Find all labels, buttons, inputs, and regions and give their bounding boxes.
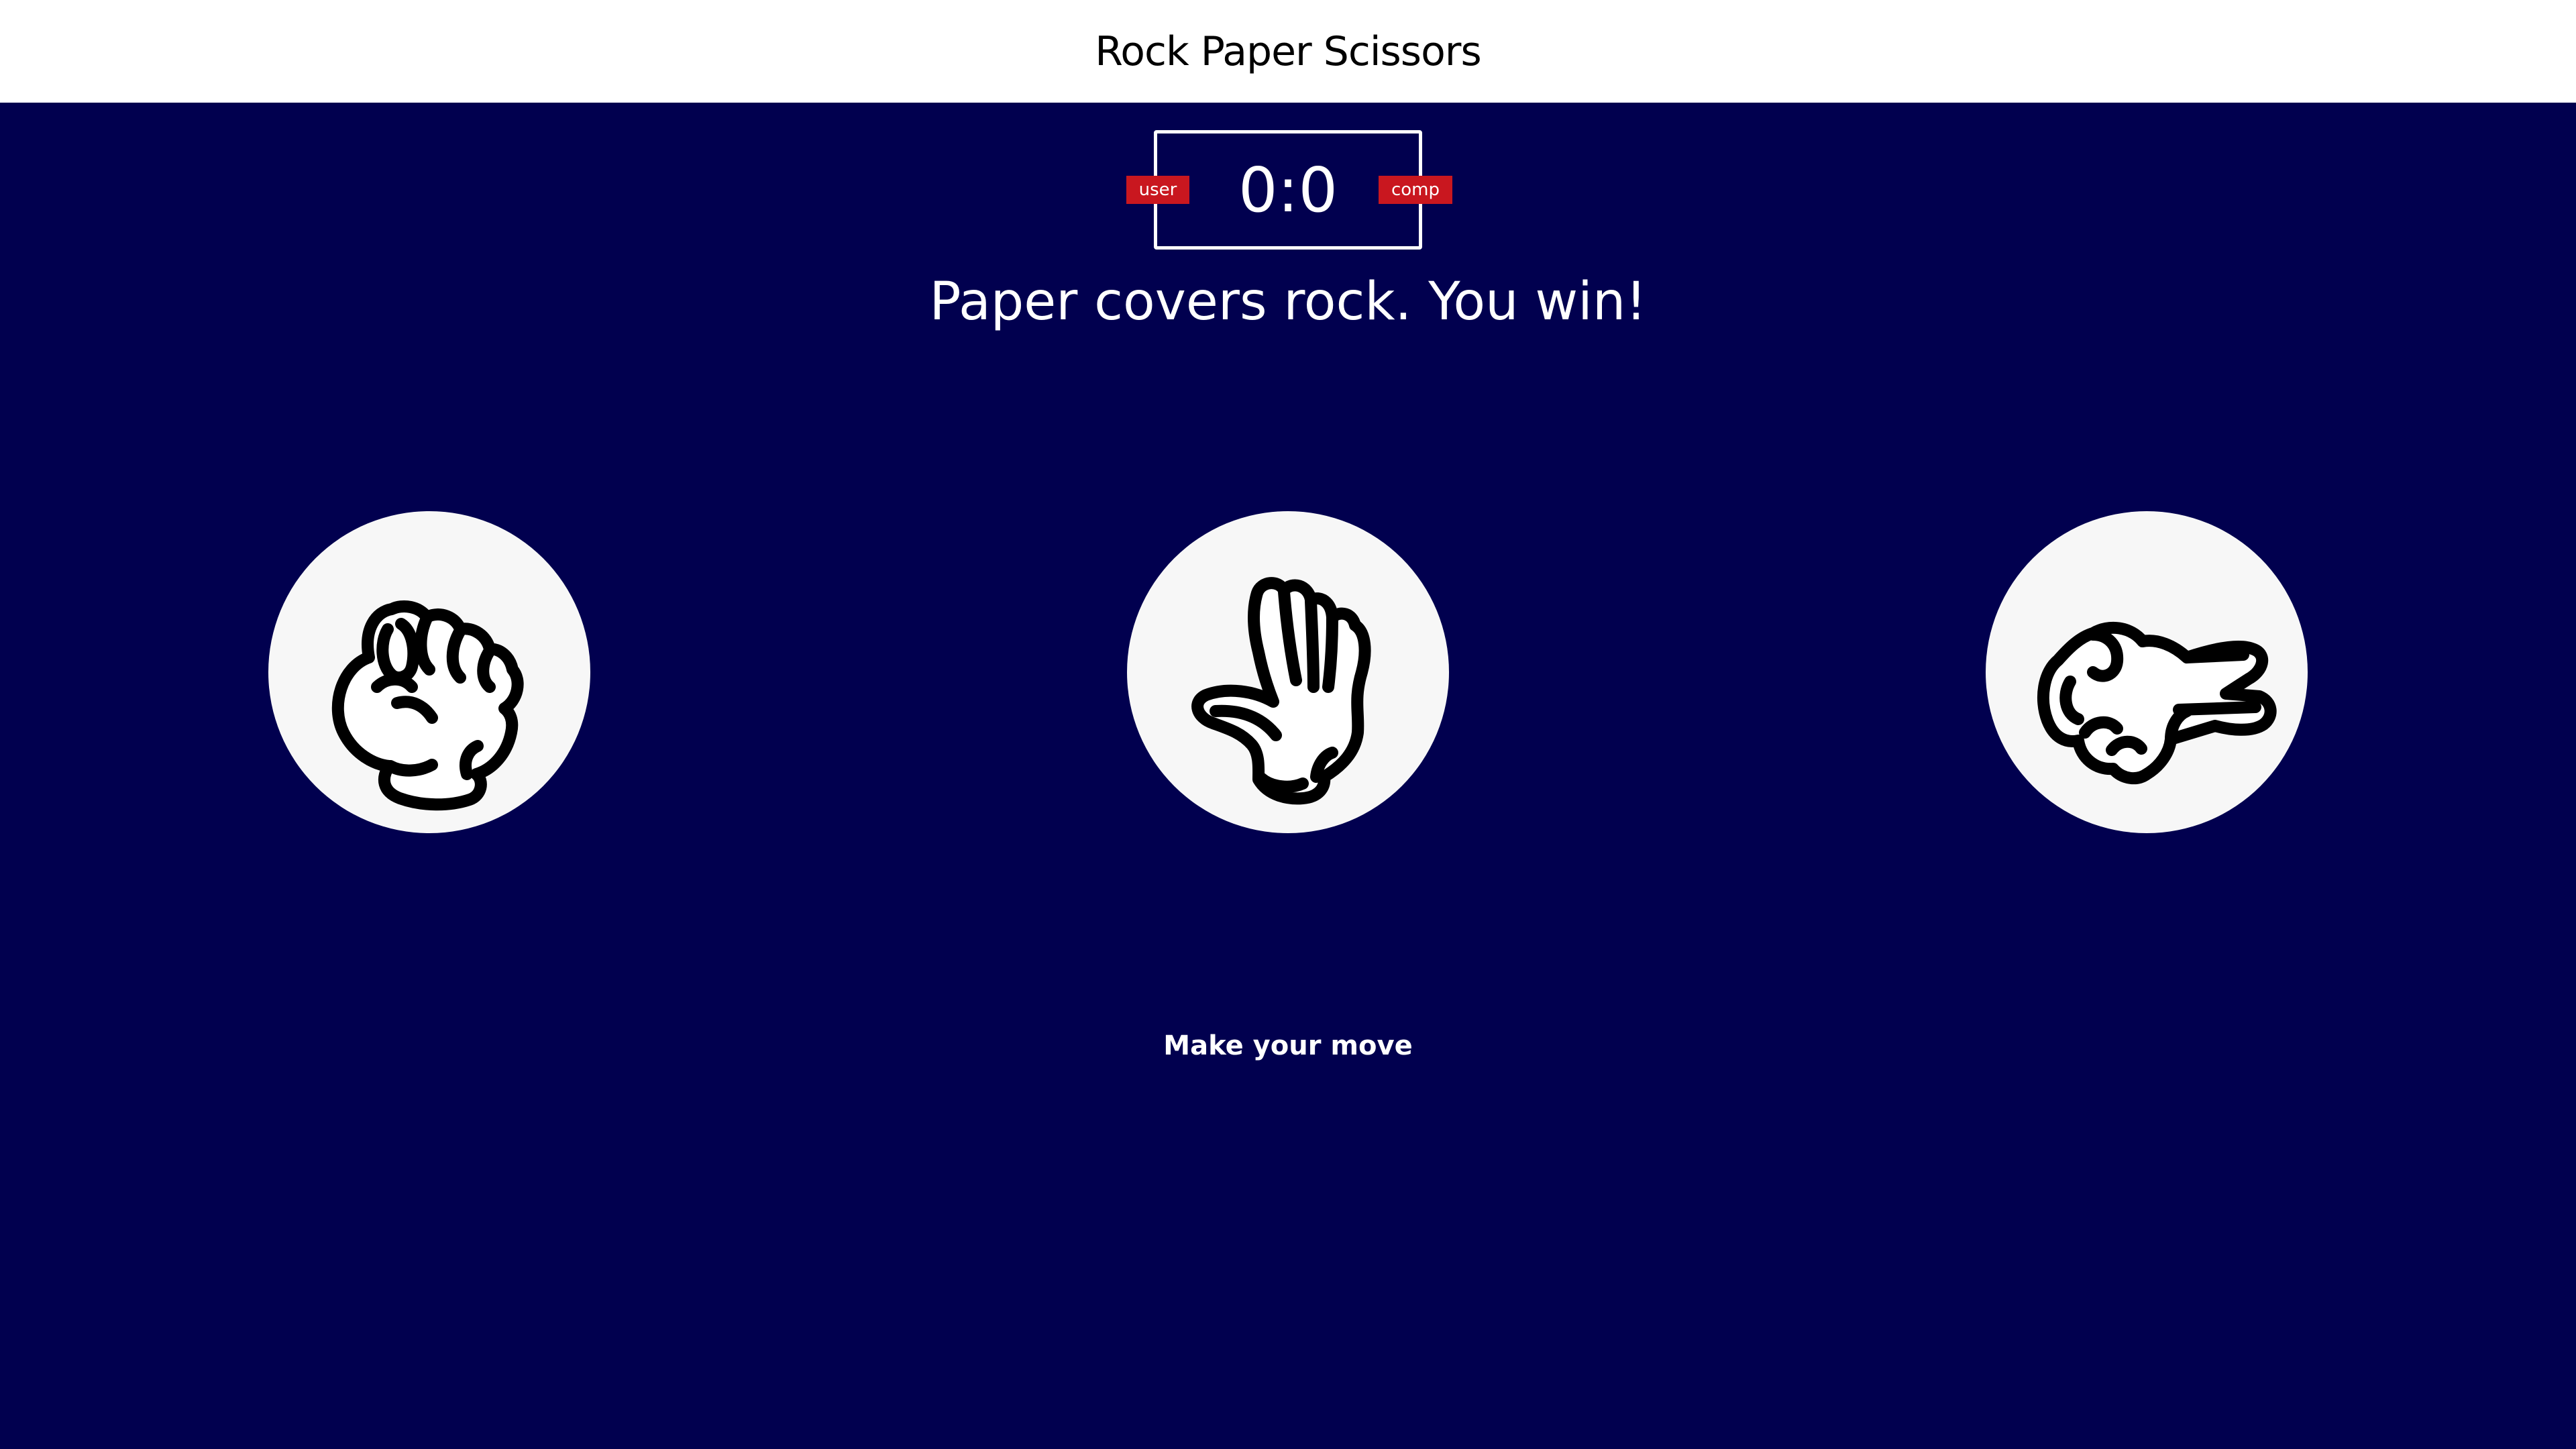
paper-hand-icon bbox=[1191, 577, 1371, 805]
header-bar: Rock Paper Scissors bbox=[0, 0, 2576, 103]
scoreboard: 0:0 user comp bbox=[1126, 130, 1452, 250]
result-message: Paper covers rock. You win! bbox=[929, 272, 1647, 332]
rock-hand-icon bbox=[331, 600, 524, 811]
scissors-hand-icon bbox=[2037, 621, 2277, 785]
rock-button[interactable] bbox=[268, 511, 590, 833]
user-score-badge: user bbox=[1126, 176, 1189, 204]
move-prompt: Make your move bbox=[1163, 1030, 1413, 1061]
comp-score-badge: comp bbox=[1379, 176, 1452, 204]
scissors-button[interactable] bbox=[1986, 511, 2308, 833]
paper-button[interactable] bbox=[1127, 511, 1449, 833]
app-title: Rock Paper Scissors bbox=[1095, 28, 1481, 75]
